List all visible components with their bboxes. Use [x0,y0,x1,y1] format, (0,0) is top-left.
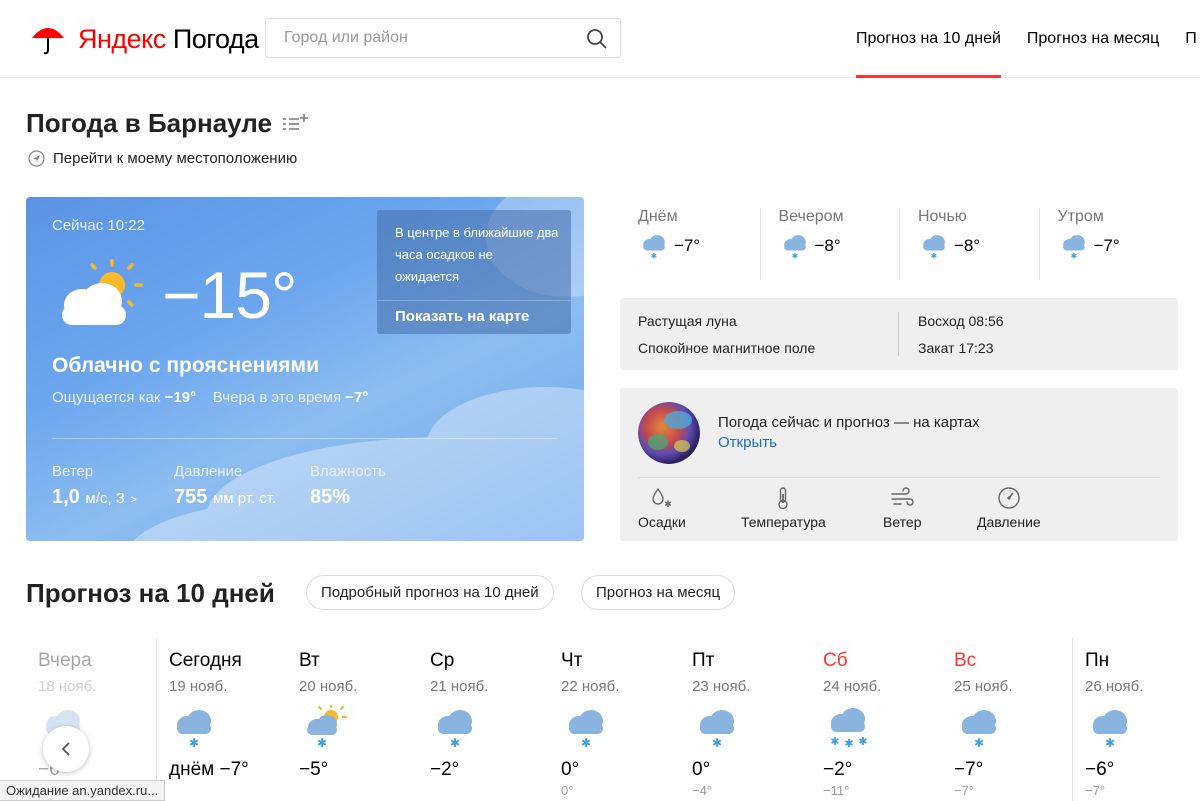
chevron-left-icon [61,742,70,756]
logo-text: Яндекс Погода [78,23,259,54]
partly-cloudy-icon [62,259,143,325]
logo[interactable]: Яндекс Погода [30,22,259,56]
cloud-snow-icon [561,705,611,749]
svg-text:✱: ✱ [664,500,672,510]
maps-open-link[interactable]: Открыть [718,434,777,451]
search-input[interactable] [266,19,566,57]
map-pressure-link[interactable]: Давление [977,486,1041,530]
part-morning[interactable]: Утром −7° [1038,208,1179,280]
browser-status-bar: Ожидание an.yandex.ru... [0,780,166,801]
top-nav: Прогноз на 10 дней Прогноз на месяц П [856,30,1200,78]
cloud-heavy-snow-icon [823,705,873,749]
part-night[interactable]: Ночью −8° [899,208,1039,280]
magnetic-field: Спокойное магнитное поле [638,340,816,356]
precipitation-nowcast: В центре в ближайшие два часа осадков не… [377,210,571,334]
scroll-left-button[interactable] [43,726,89,772]
weather-map-globe-icon[interactable] [638,402,700,464]
cloud-snow-icon [954,705,1004,749]
current-weather-card[interactable]: Сейчас 10:22 −15° Облачно с прояснениями… [26,197,584,541]
maps-promo: Погода сейчас и прогноз — на картах Откр… [620,388,1178,541]
cloud-snow-icon [1085,705,1135,749]
current-time: Сейчас 10:22 [52,217,145,234]
wind-icon [891,487,914,506]
show-on-map-link[interactable]: Показать на карте [395,308,529,325]
page-title: Погода в Барнауле [26,108,272,138]
header: Яндекс Погода Прогноз на 10 дней Прогноз… [0,0,1200,78]
precipitation-text: В центре в ближайшие два часа осадков не… [395,225,559,284]
parts-of-day: Днём −7° Вечером −8° Ночью −8° Утром −7° [620,208,1178,280]
humidity-metric: Влажность 85% [310,463,386,508]
map-temperature-link[interactable]: Температура [741,486,826,530]
maps-title: Погода сейчас и прогноз — на картах [718,414,980,431]
detailed-forecast-button[interactable]: Подробный прогноз на 10 дней [306,575,554,610]
pressure-metric: Давление 755 мм рт. ст. [174,463,277,508]
sunrise-time: Восход 08:56 [918,313,1004,329]
search-box [265,18,621,58]
search-icon[interactable] [586,28,608,50]
forecast-day-sat[interactable]: Сб 24 нояб. −2° −11° [811,638,942,801]
precipitation-icon: ✱ [652,487,672,510]
forecast-day-sun[interactable]: Вс 25 нояб. −7° −7° [942,638,1073,801]
current-temperature: −15° [162,258,297,332]
forecast-day-wed[interactable]: Ср 21 нояб. −2° [418,638,549,801]
part-day[interactable]: Днём −7° [620,208,760,280]
cloud-snow-icon [638,232,670,260]
nav-10-days[interactable]: Прогноз на 10 дней [856,30,1001,78]
forecast-days: Вчера 18 нояб. −6° Сегодня 19 нояб. днём… [26,638,1200,801]
sunset-time: Закат 17:23 [918,340,994,356]
feels-like-row: Ощущается как −19° Вчера в это время −7° [52,389,369,406]
map-wind-link[interactable]: Ветер [883,486,922,530]
cloud-snow-icon [430,705,480,749]
nav-month[interactable]: Прогноз на месяц [1027,30,1159,78]
wind-metric: Ветер 1,0 м/с, З > [52,463,137,508]
thermometer-icon [778,487,789,510]
add-to-list-icon[interactable] [283,114,309,132]
month-forecast-button[interactable]: Прогноз на месяц [581,575,736,610]
geo-location-link[interactable]: Перейти к моему местоположению [28,150,297,167]
cloud-snow-icon [692,705,742,749]
map-precipitation-link[interactable]: ✱ Осадки [638,486,686,530]
wind-direction-icon: > [130,494,137,506]
forecast-day-tue[interactable]: Вт 20 нояб. −5° [287,638,418,801]
location-arrow-icon [28,150,45,167]
cloud-snow-icon [1058,232,1090,260]
pressure-gauge-icon [998,487,1020,509]
cloud-snow-icon [169,705,219,749]
cloud-snow-icon [779,232,811,260]
moon-phase: Растущая луна [638,313,737,329]
forecast-day-mon[interactable]: Пн 26 нояб. −6° −7° [1073,638,1200,801]
forecast-day-fri[interactable]: Пт 23 нояб. 0° −4° [680,638,811,801]
forecast-day-thu[interactable]: Чт 22 нояб. 0° 0° [549,638,680,801]
current-condition: Облачно с прояснениями [52,354,319,377]
partly-cloudy-snow-icon [299,705,349,749]
forecast-title: Прогноз на 10 дней [26,578,275,608]
umbrella-icon [32,28,64,55]
forecast-day-yesterday[interactable]: Вчера 18 нояб. −6° [26,638,157,801]
nav-more[interactable]: П [1185,30,1197,78]
part-evening[interactable]: Вечером −8° [759,208,900,280]
astro-info: Растущая луна Спокойное магнитное поле В… [620,298,1178,370]
cloud-snow-icon [918,232,950,260]
forecast-day-today[interactable]: Сегодня 19 нояб. днём −7° [156,638,287,801]
